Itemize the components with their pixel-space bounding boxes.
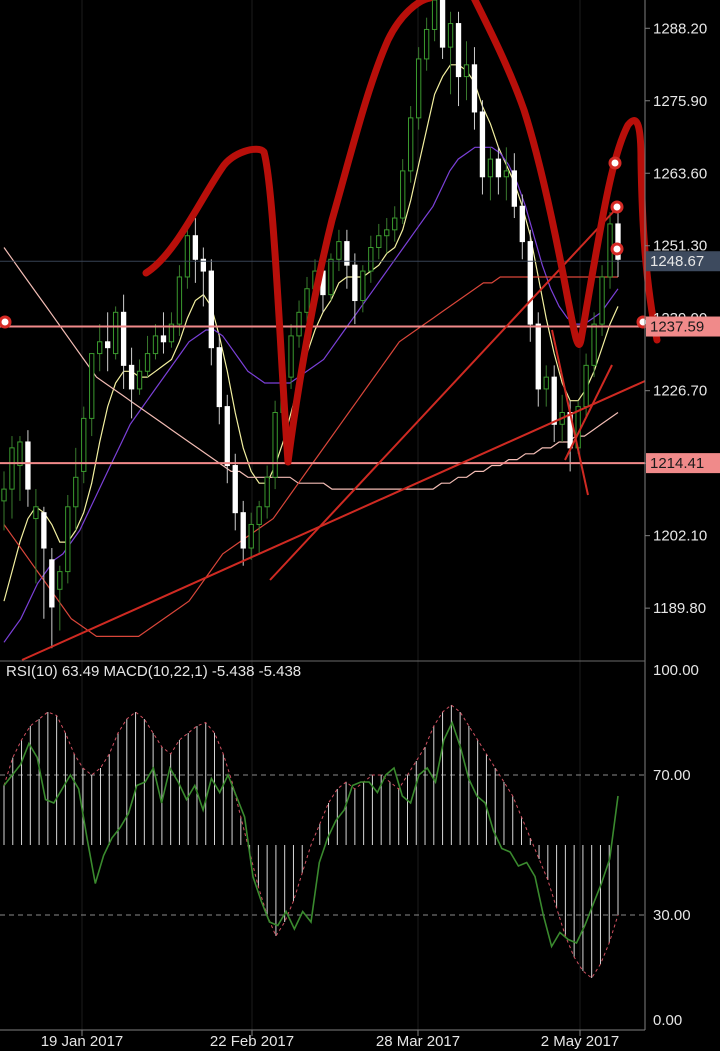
candle-body [583,364,589,408]
level-handle-left[interactable] [0,315,12,329]
candle-body [431,0,438,30]
candle [272,400,278,490]
candle-body [447,23,454,48]
candle-body [1,488,7,502]
price-tag-1237.59: 1237.59 [646,316,720,337]
price-tag-label: 1248.67 [650,253,704,270]
price-tick-label: 1263.60 [653,165,707,182]
candle-body [511,170,518,207]
forex-candlestick-chart[interactable]: 1288.201275.901263.601251.301239.001226.… [0,0,720,1051]
candle [328,253,334,301]
candle-body [328,258,334,296]
candle-body [208,270,214,349]
candle-body [471,64,478,113]
candle-body [160,335,167,343]
candle-body [384,229,390,237]
candle-body [144,353,151,372]
time-tick-label: 2 May 2017 [541,1033,619,1050]
price-tag-1214.41: 1214.41 [646,453,720,474]
candle-body [272,412,278,478]
candle-body [408,117,414,172]
candle-body [97,341,103,355]
candle [81,406,87,484]
indicator-tick-label: 100.00 [653,662,699,679]
candle-body [423,28,430,60]
candle-body [368,247,374,272]
candle-body [65,506,71,573]
candle-body [128,364,135,390]
indicator-tick-label: 70.00 [653,767,691,784]
price-tick-label: 1202.10 [653,528,707,545]
candle-body [392,217,398,231]
candle-body [495,158,502,178]
candle-body [439,0,446,48]
candle-body [519,205,525,243]
candle-body [73,476,79,508]
candle-body [192,235,199,260]
candle [415,47,422,130]
time-tick-label: 19 Jan 2017 [41,1033,124,1050]
candle-body [376,235,382,248]
candle [65,495,71,584]
candle-body [57,571,63,590]
candle-body [527,241,533,325]
candle [112,306,119,360]
price-tag-label: 1214.41 [650,455,704,472]
indicator-tick-label: 30.00 [653,907,691,924]
candle-body [25,441,31,490]
candle-body [336,241,342,260]
candle-body [400,170,406,219]
candle-body [264,476,270,508]
candle-body [89,353,95,419]
candle-body [304,288,310,313]
price-tick-label: 1226.70 [653,383,707,400]
candle-body [240,512,246,549]
candle-body [535,323,541,390]
candle-body [136,370,143,390]
candle [408,106,414,183]
candle-body [176,276,183,325]
candle-body [33,506,39,520]
candle-body [463,64,470,78]
candle-body [543,376,549,390]
candle-body [216,347,222,408]
candle-body [296,311,302,337]
drawing-handle-2[interactable] [610,200,624,214]
candle-body [352,264,358,302]
candle-body [415,58,422,119]
candle-body [360,270,366,302]
candle-body [551,376,557,425]
candle-body [120,311,127,366]
candle-body [9,447,15,490]
candle-body [112,311,119,355]
candle-body [104,341,111,349]
price-tick-label: 1275.90 [653,93,707,110]
indicator-tick-label: 0.00 [653,1012,682,1029]
price-tick-label: 1288.20 [653,20,707,37]
candle-body [256,506,262,525]
candle-body [288,335,294,378]
candle-body [152,335,159,355]
candle-body [503,170,510,178]
candle-body [49,559,55,608]
price-tick-label: 1189.80 [653,600,706,617]
drawing-handle-3[interactable] [610,242,624,256]
candle-body [599,276,605,325]
candle-body [591,323,597,366]
time-tick-label: 22 Feb 2017 [210,1033,294,1050]
candle-body [184,235,191,278]
candle-body [487,158,494,178]
candle-body [224,406,230,467]
price-tag-1248.67: 1248.67 [646,251,720,272]
time-tick-label: 28 Mar 2017 [376,1033,460,1050]
drawing-handle-1[interactable] [608,156,622,170]
candle-body [17,441,23,467]
indicator-title: RSI(10) 63.49 MACD(10,22,1) -5.438 -5.43… [6,663,301,680]
candle-body [248,523,254,549]
candle-body [41,512,47,549]
candle-body [479,111,486,178]
price-tag-label: 1237.59 [650,319,704,336]
candle-body [455,23,462,78]
candle-body [232,465,238,514]
